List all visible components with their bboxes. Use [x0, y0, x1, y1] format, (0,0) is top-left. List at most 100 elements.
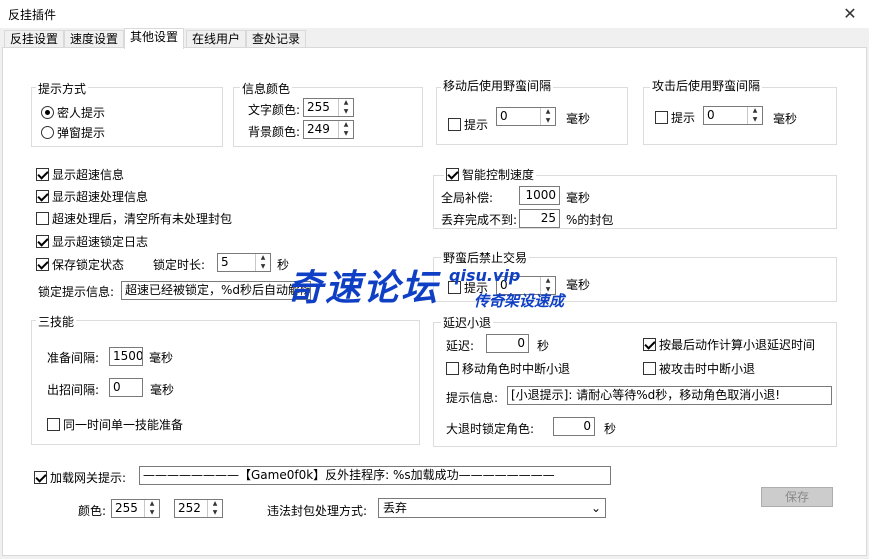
radio-label: 弹窗提示: [57, 126, 106, 140]
cast-interval-label: 出招间隔:: [47, 383, 100, 397]
checkbox-label: 被攻击时中断小退: [659, 362, 756, 376]
checkbox-icon: [36, 258, 49, 271]
after-attack-label: 攻击后使用野蛮间隔: [650, 77, 763, 94]
logout-lock-input[interactable]: 0: [553, 417, 595, 436]
logout-lock-label: 大退时锁定角色:: [446, 422, 535, 436]
three-skill-label: 三技能: [36, 313, 77, 330]
checkbox-icon: [643, 362, 656, 375]
gateway-prompt-checkbox[interactable]: 加载网关提示:: [34, 469, 126, 486]
packet-handle-label: 违法封包处理方式:: [267, 504, 368, 518]
show-speed-info-checkbox[interactable]: 显示超速信息: [36, 166, 124, 183]
lock-duration-spinner[interactable]: 5 ▲ ▼: [217, 253, 271, 272]
save-lock-state-checkbox[interactable]: 保存锁定状态: [36, 256, 124, 273]
info-color-label: 信息颜色: [240, 80, 293, 97]
radio-icon: [41, 126, 54, 139]
tab-online-users[interactable]: 在线用户: [186, 30, 247, 48]
packet-handle-value: 丢弃: [383, 501, 408, 515]
radio-label: 密人提示: [57, 106, 106, 120]
after-move-checkbox[interactable]: 提示: [448, 116, 488, 133]
packet-handle-select[interactable]: 丢弃 ⌄: [378, 498, 606, 518]
logout-lock-unit: 秒: [604, 422, 617, 436]
calc-last-action-checkbox[interactable]: 按最后动作计算小退延迟时间: [643, 336, 815, 353]
spinner-arrows[interactable]: ▲ ▼: [747, 107, 762, 124]
lock-prompt-input[interactable]: 超速已经被锁定，%d秒后自动解除: [121, 281, 311, 300]
checkbox-label: 加载网关提示:: [50, 471, 127, 485]
radio-whisper[interactable]: 密人提示: [41, 104, 105, 121]
text-color-label: 文字颜色:: [248, 103, 301, 117]
gateway-color2-value[interactable]: 252: [175, 500, 207, 517]
window-title: 反挂插件: [8, 8, 57, 22]
bg-color-spinner[interactable]: 249 ▲ ▼: [303, 120, 354, 139]
delay-input[interactable]: 0: [486, 334, 529, 353]
prep-interval-label: 准备间隔:: [47, 351, 100, 365]
checkbox-label: 移动角色时中断小退: [462, 362, 571, 376]
spinner-arrows[interactable]: ▲ ▼: [338, 99, 353, 116]
tab-speed[interactable]: 速度设置: [64, 30, 125, 48]
show-speed-handle-checkbox[interactable]: 显示超速处理信息: [36, 188, 148, 205]
text-color-value[interactable]: 255: [304, 99, 338, 116]
checkbox-label: 按最后动作计算小退延迟时间: [659, 338, 816, 352]
after-move-value[interactable]: 0: [497, 108, 540, 125]
global-comp-input[interactable]: 1000: [519, 186, 560, 205]
spinner-arrows[interactable]: ▲ ▼: [338, 121, 353, 138]
delay-label: 延迟:: [446, 339, 475, 353]
after-move-label: 移动后使用野蛮间隔: [441, 77, 554, 94]
radio-popup[interactable]: 弹窗提示: [41, 124, 105, 141]
spinner-arrows[interactable]: ▲ ▼: [144, 500, 159, 517]
lock-duration-value[interactable]: 5: [218, 254, 255, 271]
checkbox-label: 显示超速锁定日志: [52, 235, 149, 249]
spinner-arrows[interactable]: ▲ ▼: [207, 500, 222, 517]
global-comp-unit: 毫秒: [566, 191, 591, 205]
barbarian-trade-label: 野蛮后禁止交易: [441, 249, 530, 266]
spinner-arrows[interactable]: ▲ ▼: [540, 108, 555, 125]
global-comp-label: 全局补偿:: [441, 191, 494, 205]
prep-interval-unit: 毫秒: [149, 351, 174, 365]
cast-interval-input[interactable]: 0: [109, 378, 143, 397]
clear-packets-checkbox[interactable]: 超速处理后，清空所有未处理封包: [36, 210, 232, 227]
logout-msg-input[interactable]: [小退提示]: 请耐心等待%d秒，移动角色取消小退!: [507, 386, 832, 405]
bg-color-value[interactable]: 249: [304, 121, 338, 138]
cast-interval-unit: 毫秒: [150, 383, 175, 397]
discard-unit: %的封包: [566, 213, 614, 227]
checkbox-icon: [446, 168, 459, 181]
after-move-spinner[interactable]: 0 ▲ ▼: [496, 107, 556, 126]
checkbox-label: 超速处理后，清空所有未处理封包: [52, 212, 233, 226]
discard-label: 丢弃完成不到:: [441, 213, 518, 227]
checkbox-label: 保存锁定状态: [52, 258, 125, 272]
checkbox-label: 提示: [671, 111, 696, 125]
spinner-arrows[interactable]: ▲ ▼: [255, 254, 270, 271]
checkbox-label: 显示超速信息: [52, 168, 125, 182]
tab-other[interactable]: 其他设置: [124, 28, 185, 49]
tab-anti-cheat[interactable]: 反挂设置: [4, 30, 65, 48]
after-attack-checkbox[interactable]: 提示: [655, 109, 695, 126]
checkbox-label: 智能控制速度: [462, 168, 535, 182]
show-lock-log-checkbox[interactable]: 显示超速锁定日志: [36, 233, 148, 250]
smart-speed-checkbox[interactable]: 智能控制速度: [444, 166, 537, 183]
text-color-spinner[interactable]: 255 ▲ ▼: [303, 98, 354, 117]
close-icon[interactable]: ✕: [839, 4, 861, 24]
single-skill-checkbox[interactable]: 同一时间单一技能准备: [47, 416, 183, 433]
gateway-message-input[interactable]: ————————【Game0f0k】反外挂程序: %s加载成功————————: [139, 466, 611, 485]
move-interrupt-checkbox[interactable]: 移动角色时中断小退: [446, 360, 570, 377]
after-attack-value[interactable]: 0: [704, 107, 747, 124]
checkbox-icon: [34, 471, 47, 484]
gateway-color1-spinner[interactable]: 255 ▲ ▼: [111, 499, 160, 518]
checkbox-icon: [36, 168, 49, 181]
lock-prompt-label: 锁定提示信息:: [38, 285, 115, 299]
checkbox-icon: [446, 362, 459, 375]
discard-input[interactable]: 25: [519, 209, 560, 228]
checkbox-icon: [36, 190, 49, 203]
tab-records[interactable]: 查处记录: [246, 30, 307, 48]
attack-interrupt-checkbox[interactable]: 被攻击时中断小退: [643, 360, 755, 377]
checkbox-icon: [643, 338, 656, 351]
checkbox-label: 显示超速处理信息: [52, 190, 149, 204]
after-attack-spinner[interactable]: 0 ▲ ▼: [703, 106, 763, 125]
gateway-color2-spinner[interactable]: 252 ▲ ▼: [174, 499, 223, 518]
watermark-url: qisu.vip: [449, 266, 521, 285]
checkbox-icon: [47, 418, 60, 431]
gateway-color1-value[interactable]: 255: [112, 500, 144, 517]
prep-interval-input[interactable]: 1500: [109, 347, 143, 366]
title-bar: 反挂插件 ✕: [0, 0, 869, 28]
watermark-logo: 奇速论坛: [287, 268, 440, 309]
save-button[interactable]: 保存: [761, 487, 833, 507]
